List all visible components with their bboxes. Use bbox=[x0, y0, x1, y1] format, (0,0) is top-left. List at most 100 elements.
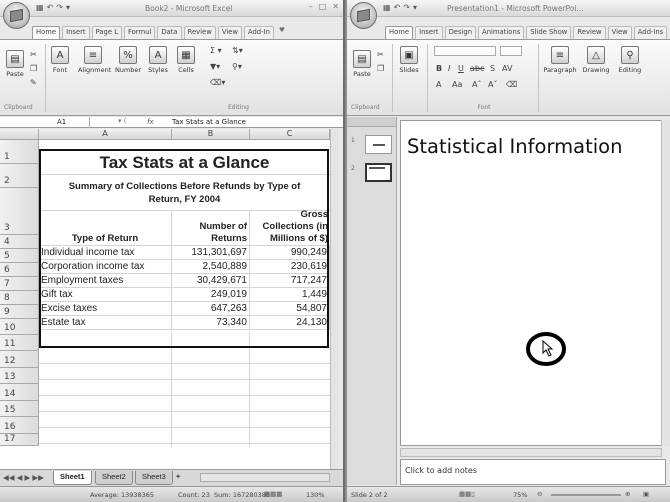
row-header[interactable]: 14 bbox=[0, 384, 39, 401]
qat-dropdown-icon[interactable]: ▾ bbox=[66, 3, 70, 12]
empty-cells[interactable] bbox=[39, 332, 330, 447]
shadow-icon[interactable]: S bbox=[490, 64, 495, 73]
clear-icon[interactable]: ⌫▾ bbox=[210, 78, 225, 87]
sheet-tab[interactable]: Sheet3 bbox=[135, 471, 173, 485]
cut-icon[interactable]: ✂ bbox=[30, 50, 37, 59]
tab-home[interactable]: Home bbox=[385, 26, 414, 39]
view-buttons-icon[interactable]: ▦▦▦ bbox=[264, 490, 282, 498]
office-button[interactable] bbox=[3, 2, 30, 29]
table-cell[interactable]: Corporation income tax bbox=[39, 260, 172, 274]
table-cell[interactable]: 647,263 bbox=[172, 302, 250, 316]
row-header[interactable]: 10 bbox=[0, 319, 39, 335]
alignment-button[interactable]: ≡ Alignment bbox=[78, 46, 111, 74]
sheet-tab[interactable]: Sheet2 bbox=[95, 471, 133, 485]
font-color-icon[interactable]: A bbox=[436, 80, 441, 89]
table-cell[interactable]: 230,619 bbox=[250, 260, 330, 274]
format-painter-icon[interactable]: ✎ bbox=[30, 78, 37, 87]
table-cell[interactable]: 990,249 bbox=[250, 246, 330, 260]
table-cell[interactable]: 1,449 bbox=[250, 288, 330, 302]
row-header[interactable]: 17 bbox=[0, 434, 39, 446]
number-button[interactable]: % Number bbox=[114, 46, 142, 74]
table-cell[interactable]: 131,301,697 bbox=[172, 246, 250, 260]
fit-to-window-icon[interactable]: ▣ bbox=[643, 490, 649, 498]
function-icon[interactable]: fx bbox=[147, 117, 154, 127]
cells-button[interactable]: ▦ Cells bbox=[174, 46, 198, 74]
header-number-of-returns[interactable]: Number of Returns bbox=[172, 211, 250, 246]
paragraph-button[interactable]: ≡ Paragraph bbox=[543, 46, 577, 74]
slide-canvas[interactable]: Statistical Information bbox=[400, 120, 662, 446]
row-header[interactable]: 12 bbox=[0, 351, 39, 368]
grow-font-icon[interactable]: Aˆ bbox=[472, 80, 481, 89]
row-header[interactable]: 5 bbox=[0, 249, 39, 263]
save-icon[interactable]: ▦ bbox=[36, 3, 44, 12]
slide-title[interactable]: Statistical Information bbox=[407, 135, 622, 158]
editing-button[interactable]: ⚲ Editing bbox=[615, 46, 645, 74]
copy-icon[interactable]: ❐ bbox=[30, 64, 37, 73]
tab-page-layout[interactable]: Page L bbox=[91, 26, 122, 39]
select-all-corner[interactable] bbox=[0, 129, 39, 140]
office-button[interactable] bbox=[350, 2, 377, 29]
table-cell[interactable]: 24,130 bbox=[250, 316, 330, 330]
change-case-icon[interactable]: Aa bbox=[452, 80, 462, 89]
underline-icon[interactable]: U bbox=[458, 64, 464, 73]
font-size-box[interactable] bbox=[500, 46, 522, 56]
tab-design[interactable]: Design bbox=[444, 26, 477, 39]
cut-icon[interactable]: ✂ bbox=[377, 50, 384, 59]
name-box-dropdown-icon[interactable]: ▾ ( bbox=[118, 117, 126, 125]
qat-dropdown-icon[interactable]: ▾ bbox=[413, 3, 417, 12]
row-header[interactable]: 16 bbox=[0, 417, 39, 434]
drawing-button[interactable]: △ Drawing bbox=[581, 46, 611, 74]
tab-view[interactable]: View bbox=[607, 26, 632, 39]
header-gross-collections[interactable]: Gross Collections (in Millions of $) bbox=[250, 200, 330, 246]
row-header[interactable]: 13 bbox=[0, 368, 39, 384]
shrink-font-icon[interactable]: Aˇ bbox=[488, 80, 497, 89]
copy-icon[interactable]: ❐ bbox=[377, 64, 384, 73]
tab-formulas[interactable]: Formul bbox=[123, 26, 156, 39]
table-cell[interactable]: 717,247 bbox=[250, 274, 330, 288]
table-cell[interactable]: 54,807 bbox=[250, 302, 330, 316]
font-button[interactable]: A Font bbox=[48, 46, 72, 74]
column-header-c[interactable]: C bbox=[250, 129, 330, 140]
row-header[interactable]: 7 bbox=[0, 277, 39, 291]
autosum-icon[interactable]: Σ ▾ bbox=[210, 46, 222, 55]
tab-insert[interactable]: Insert bbox=[415, 26, 443, 39]
slide-thumbnail[interactable] bbox=[365, 135, 392, 154]
vertical-scrollbar[interactable] bbox=[330, 129, 339, 469]
tab-review[interactable]: Review bbox=[183, 26, 216, 39]
row-header[interactable]: 8 bbox=[0, 291, 39, 305]
table-cell[interactable]: Estate tax bbox=[39, 316, 172, 330]
redo-icon[interactable]: ↷ bbox=[56, 3, 63, 12]
tab-home[interactable]: Home bbox=[32, 26, 61, 39]
zoom-out-icon[interactable]: ⊖ bbox=[537, 490, 542, 498]
minimize-icon[interactable]: – bbox=[309, 2, 313, 11]
close-icon[interactable]: ✕ bbox=[332, 2, 339, 11]
table-cell[interactable]: 30,429,671 bbox=[172, 274, 250, 288]
paste-button[interactable]: ▤ Paste bbox=[3, 50, 27, 78]
tab-insert[interactable]: Insert bbox=[62, 26, 90, 39]
tab-animations[interactable]: Animations bbox=[478, 26, 525, 39]
slide-horizontal-scrollbar[interactable] bbox=[400, 448, 662, 457]
tab-data[interactable]: Data bbox=[157, 26, 182, 39]
tab-review[interactable]: Review bbox=[573, 26, 606, 39]
sort-filter-icon[interactable]: ⇅▾ bbox=[232, 46, 243, 55]
name-box[interactable]: A1 bbox=[2, 117, 90, 128]
tab-view[interactable]: View bbox=[217, 26, 242, 39]
zoom-level[interactable]: 75% bbox=[513, 491, 527, 499]
undo-icon[interactable]: ↶ bbox=[394, 3, 401, 12]
slide-vertical-scrollbar[interactable] bbox=[661, 120, 670, 446]
save-icon[interactable]: ▦ bbox=[383, 3, 391, 12]
sheet-tab[interactable]: Sheet1 bbox=[53, 471, 92, 485]
char-spacing-icon[interactable]: AV bbox=[502, 64, 512, 73]
notes-pane[interactable]: Click to add notes bbox=[400, 459, 666, 485]
tab-add-ins[interactable]: Add-Ins bbox=[633, 26, 668, 39]
help-icon[interactable]: ♥ bbox=[279, 26, 285, 39]
slides-button[interactable]: ▣ Slides bbox=[397, 46, 421, 74]
table-title-cell[interactable]: Tax Stats at a Glance bbox=[39, 151, 330, 175]
strikethrough-icon[interactable]: abc bbox=[470, 64, 484, 73]
font-name-box[interactable] bbox=[434, 46, 496, 56]
row-header[interactable]: 15 bbox=[0, 401, 39, 417]
slide-thumbnail-selected[interactable] bbox=[365, 163, 392, 182]
undo-icon[interactable]: ↶ bbox=[47, 3, 54, 12]
sheet-nav-icons[interactable]: ◀◀ ◀ ▶ ▶▶ bbox=[3, 473, 44, 482]
insert-sheet-icon[interactable]: ✦ bbox=[175, 472, 181, 481]
